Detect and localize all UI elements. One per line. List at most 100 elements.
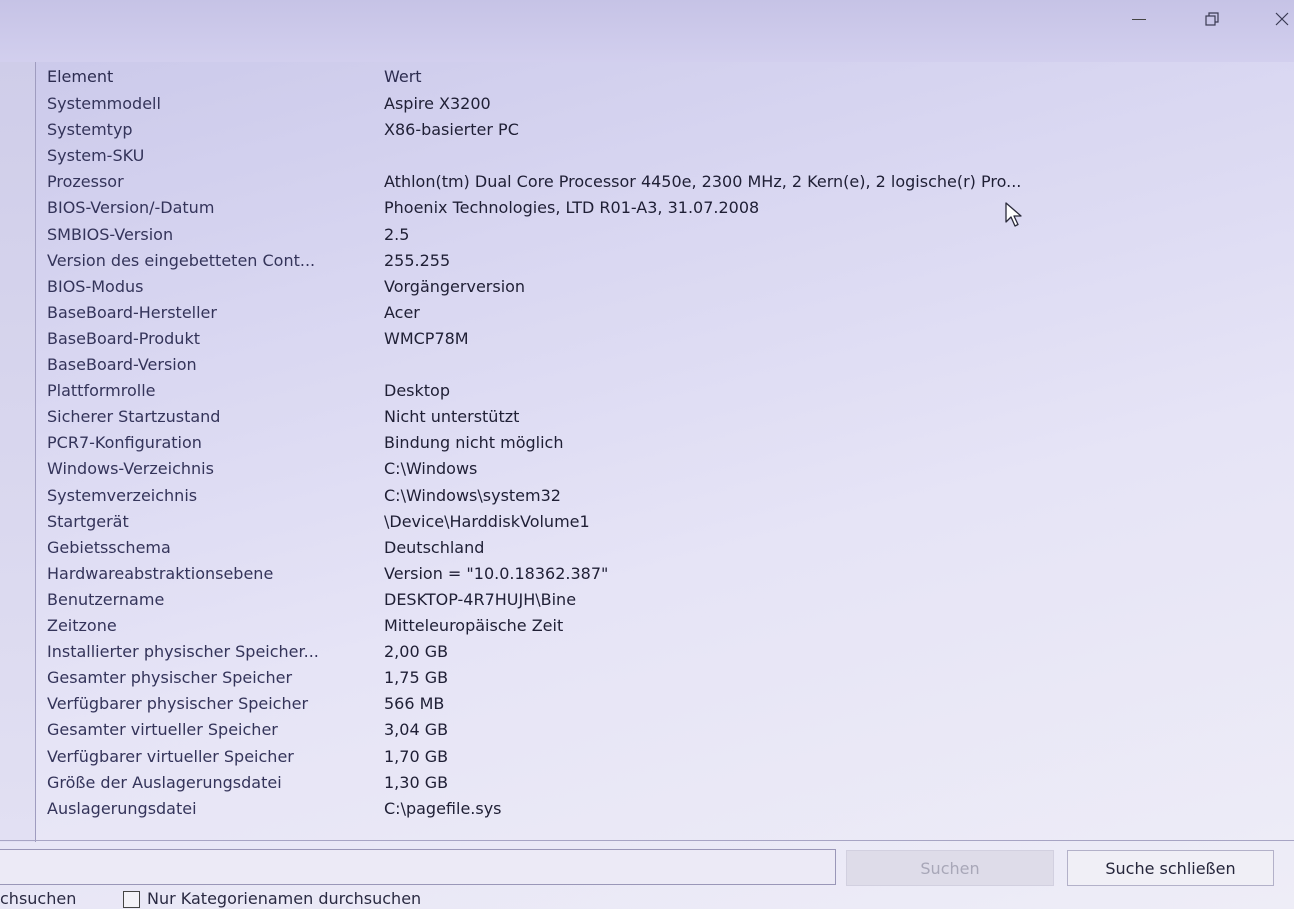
table-row[interactable]: SMBIOS-Version 2.5 — [36, 222, 1276, 248]
row-value-cell: 1,75 GB — [384, 668, 449, 688]
table-row[interactable]: Prozessor Athlon(tm) Dual Core Processor … — [36, 169, 1276, 195]
table-row[interactable]: Verfügbarer virtueller Speicher 1,70 GB — [36, 744, 1276, 770]
table-row[interactable]: Zeitzone Mitteleuropäische Zeit — [36, 613, 1276, 639]
table-row[interactable]: BaseBoard-Produkt WMCP78M — [36, 326, 1276, 352]
list-header: Element Wert — [36, 64, 1276, 90]
title-bar — [0, 0, 1294, 62]
table-row[interactable]: System-SKU — [36, 143, 1276, 169]
row-value-cell: Nicht unterstützt — [384, 407, 520, 427]
row-element-cell: PCR7-Konfiguration — [47, 433, 202, 453]
table-row[interactable]: Systemmodell Aspire X3200 — [36, 91, 1276, 117]
row-value-cell: C:\Windows — [384, 459, 478, 479]
row-value-cell: WMCP78M — [384, 328, 469, 348]
row-element-cell: SMBIOS-Version — [47, 224, 174, 244]
row-element-cell: BIOS-Modus — [47, 276, 144, 296]
system-summary-list[interactable]: Element Wert Systemmodell Aspire X3200 Sys… — [36, 62, 1294, 840]
row-element-cell: Gesamter physischer Speicher — [47, 668, 293, 688]
row-value-cell: Acer — [384, 302, 420, 322]
row-element-cell: Sicherer Startzustand — [47, 407, 221, 427]
row-value-cell: 2.5 — [384, 224, 410, 244]
category-tree-edge[interactable] — [0, 62, 36, 842]
search-button[interactable]: Suchen — [846, 850, 1054, 886]
row-value-cell: DESKTOP-4R7HUJH\Bine — [384, 589, 577, 609]
category-only-checkbox[interactable] — [123, 891, 140, 908]
row-element-cell: BaseBoard-Hersteller — [47, 302, 217, 322]
row-element-cell: Systemmodell — [47, 94, 161, 113]
close-search-button[interactable]: Suche schließen — [1067, 850, 1274, 886]
row-element-cell: Größe der Auslagerungsdatei — [47, 772, 282, 792]
search-selected-category-option[interactable]: chsuchen — [0, 889, 76, 908]
row-value-cell: 566 MB — [384, 694, 445, 714]
table-row[interactable]: BaseBoard-Hersteller Acer — [36, 300, 1276, 326]
row-element-cell: Prozessor — [47, 172, 124, 192]
row-element-cell: Auslagerungsdatei — [47, 798, 197, 818]
row-element-cell: BaseBoard-Version — [47, 355, 197, 374]
row-element-cell: Windows-Verzeichnis — [47, 459, 214, 479]
table-row[interactable]: PCR7-Konfiguration Bindung nicht möglich — [36, 430, 1276, 456]
close-button[interactable] — [1262, 4, 1294, 34]
table-row[interactable]: Startgerät \Device\HarddiskVolume1 — [36, 509, 1276, 535]
row-element-cell: Verfügbarer physischer Speicher — [47, 694, 309, 714]
row-element-cell: Plattformrolle — [47, 381, 156, 401]
row-element-cell: Benutzername — [47, 589, 165, 609]
row-element-cell: BIOS-Version/-Datum — [47, 198, 215, 218]
row-element-cell: Systemverzeichnis — [47, 485, 198, 505]
table-row[interactable]: Systemverzeichnis C:\Windows\system32 — [36, 483, 1276, 509]
table-row[interactable]: Plattformrolle Desktop — [36, 378, 1276, 404]
column-header-element[interactable]: Element — [47, 64, 382, 90]
table-row[interactable]: Größe der Auslagerungsdatei 1,30 GB — [36, 770, 1276, 796]
row-value-cell: Mitteleuropäische Zeit — [384, 616, 564, 635]
row-value-cell: Desktop — [384, 381, 450, 401]
column-header-value[interactable]: Wert — [384, 64, 1264, 90]
table-row[interactable]: Gebietsschema Deutschland — [36, 535, 1276, 561]
row-value-cell: 2,00 GB — [384, 642, 449, 662]
row-value-cell: 1,70 GB — [384, 746, 449, 766]
row-value-cell: Athlon(tm) Dual Core Processor 4450e, 23… — [384, 172, 1022, 192]
row-value-cell: C:\pagefile.sys — [384, 798, 502, 818]
row-value-cell: Phoenix Technologies, LTD R01-A3, 31.07.… — [384, 198, 760, 218]
row-value-cell: Version = "10.0.18362.387" — [384, 563, 609, 583]
row-value-cell: Bindung nicht möglich — [384, 433, 564, 453]
minimize-button[interactable] — [1119, 4, 1159, 34]
table-row[interactable]: Benutzername DESKTOP-4R7HUJH\Bine — [36, 587, 1276, 613]
row-value-cell: Deutschland — [384, 537, 485, 557]
table-row[interactable]: BIOS-Modus Vorgängerversion — [36, 274, 1276, 300]
row-element-cell: BaseBoard-Produkt — [47, 328, 200, 348]
table-row[interactable]: Version des eingebetteten Cont... 255.255 — [36, 248, 1276, 274]
table-row[interactable]: Gesamter physischer Speicher 1,75 GB — [36, 665, 1276, 691]
close-icon — [1275, 12, 1289, 26]
table-row[interactable]: Windows-Verzeichnis C:\Windows — [36, 456, 1276, 482]
table-row[interactable]: Sicherer Startzustand Nicht unterstützt — [36, 404, 1276, 430]
row-element-cell: Gebietsschema — [47, 537, 171, 557]
row-value-cell: \Device\HarddiskVolume1 — [384, 511, 590, 531]
row-element-cell: Verfügbarer virtueller Speicher — [47, 746, 294, 766]
search-input[interactable] — [0, 849, 836, 885]
table-row[interactable]: BaseBoard-Version — [36, 352, 1276, 378]
row-value-cell: X86-basierter PC — [384, 120, 519, 140]
row-element-cell: Hardwareabstraktionsebene — [47, 563, 274, 583]
table-row[interactable]: Hardwareabstraktionsebene Version = "10.0… — [36, 561, 1276, 587]
table-row[interactable]: BIOS-Version/-Datum Phoenix Technologies,… — [36, 195, 1276, 221]
row-value-cell: C:\Windows\system32 — [384, 485, 561, 505]
row-value-cell: 3,04 GB — [384, 720, 449, 740]
row-element-cell: Gesamter virtueller Speicher — [47, 720, 278, 740]
row-element-cell: Version des eingebetteten Cont... — [47, 250, 316, 270]
table-row[interactable]: Verfügbarer physischer Speicher 566 MB — [36, 691, 1276, 717]
row-element-cell: Installierter physischer Speicher... — [47, 642, 319, 662]
table-row[interactable]: Gesamter virtueller Speicher 3,04 GB — [36, 717, 1276, 743]
mouse-pointer-icon — [1005, 202, 1022, 227]
table-row[interactable]: Auslagerungsdatei C:\pagefile.sys — [36, 796, 1276, 822]
category-only-label[interactable]: Nur Kategorienamen durchsuchen — [147, 889, 421, 908]
restore-button[interactable] — [1192, 4, 1232, 34]
divider — [0, 840, 1294, 841]
table-row[interactable]: Systemtyp X86-basierter PC — [36, 117, 1276, 143]
row-element-cell: Startgerät — [47, 511, 129, 531]
table-row[interactable]: Installierter physischer Speicher... 2,00… — [36, 639, 1276, 665]
minimize-icon — [1132, 18, 1146, 20]
row-element-cell: Zeitzone — [47, 616, 117, 635]
row-value-cell: 1,30 GB — [384, 772, 449, 792]
row-value-cell: Vorgängerversion — [384, 276, 526, 296]
row-value-cell: Aspire X3200 — [384, 94, 491, 113]
row-value-cell: 255.255 — [384, 250, 451, 270]
row-element-cell: Systemtyp — [47, 120, 133, 140]
